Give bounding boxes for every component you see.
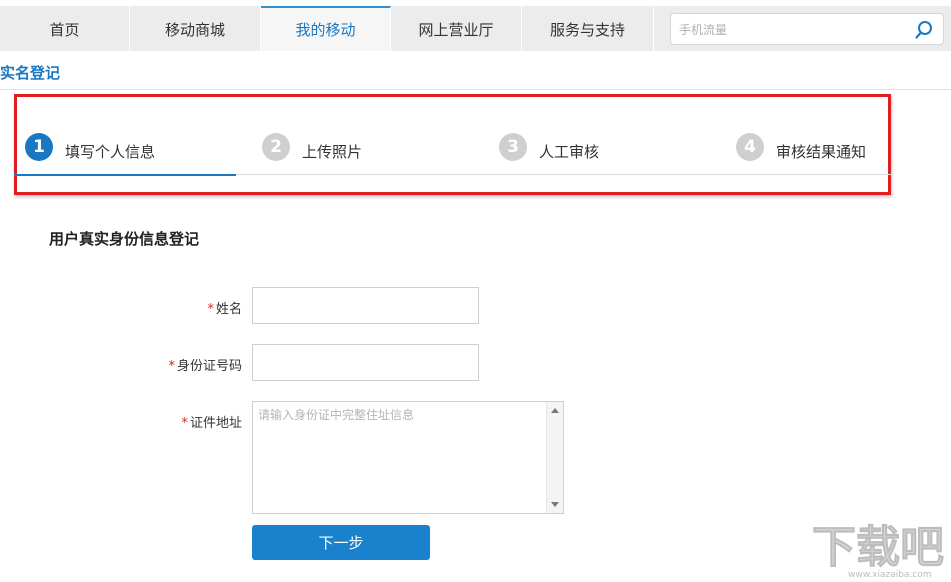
id-number-label: * 身份证号码 — [122, 355, 242, 374]
required-mark: * — [207, 302, 214, 317]
step-number: 1 — [25, 133, 53, 161]
required-mark: * — [181, 416, 188, 431]
step-number: 4 — [736, 133, 764, 161]
address-field[interactable] — [253, 402, 545, 513]
active-step-indicator — [14, 174, 236, 176]
step-number: 3 — [499, 133, 527, 161]
watermark-logo: 下载吧 www.xiazaiba.com — [812, 522, 945, 580]
title-divider — [0, 89, 951, 90]
step-label: 人工审核 — [539, 143, 600, 161]
svg-text:下载吧: 下载吧 — [812, 522, 944, 573]
nav-item-mall[interactable]: 移动商城 — [130, 6, 261, 51]
address-field-wrapper — [252, 401, 564, 514]
nav-item-service-support[interactable]: 服务与支持 — [522, 6, 654, 51]
step-label: 审核结果通知 — [776, 143, 867, 161]
scroll-down-icon[interactable] — [551, 502, 559, 507]
svg-text:www.xiazaiba.com: www.xiazaiba.com — [848, 570, 932, 580]
nav-item-online-hall[interactable]: 网上营业厅 — [391, 6, 522, 51]
nav-item-my-mobile[interactable]: 我的移动 — [261, 6, 391, 51]
address-label: * 证件地址 — [122, 412, 242, 431]
id-number-field[interactable] — [252, 344, 479, 381]
step-label: 上传照片 — [302, 143, 363, 161]
step-label: 填写个人信息 — [65, 143, 156, 161]
search-input[interactable] — [677, 17, 911, 43]
id-number-label-text: 身份证号码 — [176, 359, 242, 374]
address-label-text: 证件地址 — [189, 416, 242, 431]
search-box — [670, 13, 944, 45]
step-number: 2 — [262, 133, 290, 161]
next-step-button[interactable]: 下一步 — [252, 525, 430, 560]
required-mark: * — [168, 359, 175, 374]
scroll-up-icon[interactable] — [551, 408, 559, 413]
name-label: * 姓名 — [122, 298, 242, 317]
form-section-title: 用户真实身份信息登记 — [49, 230, 200, 248]
name-label-text: 姓名 — [215, 302, 242, 317]
name-field[interactable] — [252, 287, 479, 324]
page-title: 实名登记 — [0, 64, 61, 82]
search-icon[interactable] — [914, 20, 934, 40]
nav-item-home[interactable]: 首页 — [0, 6, 130, 51]
address-scrollbar[interactable] — [546, 402, 563, 513]
